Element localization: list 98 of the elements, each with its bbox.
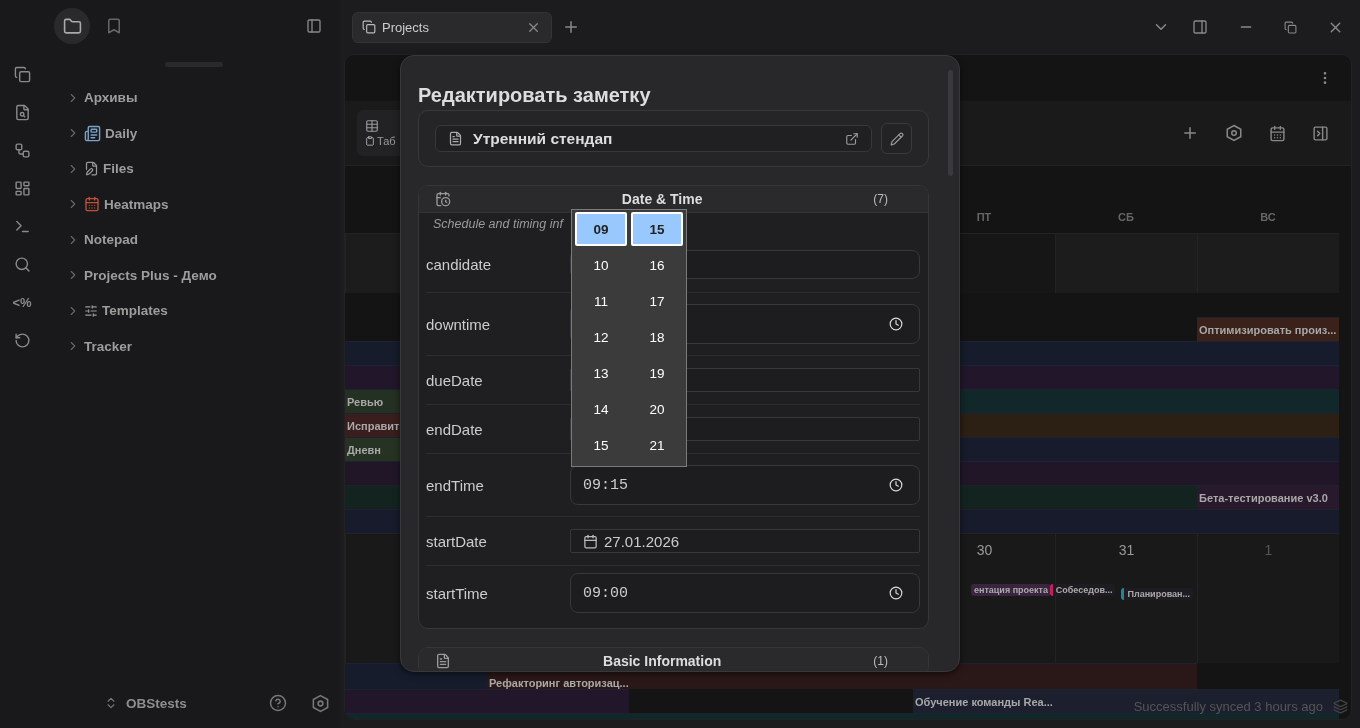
external-link-icon[interactable]: [845, 131, 859, 146]
calendar-icon: [84, 196, 100, 213]
date-input[interactable]: 27.01.2026: [570, 529, 920, 553]
time-option[interactable]: 13: [575, 356, 627, 390]
folder-label: Daily: [105, 125, 138, 141]
time-option[interactable]: 16: [631, 248, 683, 282]
time-option[interactable]: 10: [575, 248, 627, 282]
time-option[interactable]: 15: [631, 212, 683, 246]
section-title: Date & Time: [620, 191, 704, 207]
folder-icon: [62, 16, 82, 36]
time-option[interactable]: 19: [631, 356, 683, 390]
time-option[interactable]: 15: [575, 428, 627, 462]
folder-label: Templates: [102, 303, 168, 319]
pages-icon: [362, 20, 376, 34]
settings-icon[interactable]: [1225, 124, 1243, 142]
dashboard-icon[interactable]: [13, 179, 31, 197]
event-bar[interactable]: Оптимизировать произ...: [1197, 317, 1339, 341]
day-number[interactable]: 30: [976, 542, 993, 558]
search-icon[interactable]: [13, 255, 31, 273]
graph-icon[interactable]: [13, 141, 31, 159]
time-option[interactable]: 14: [575, 392, 627, 426]
edit-button[interactable]: [881, 123, 912, 154]
folder-item[interactable]: Tracker: [66, 328, 340, 364]
newspaper-icon: [84, 124, 101, 142]
sidebar-toggle-icon[interactable]: [306, 18, 322, 34]
time-option[interactable]: 12: [575, 320, 627, 354]
section-header[interactable]: Date & Time (7): [419, 186, 928, 213]
folder-label: Tracker: [84, 338, 133, 354]
weekday-label: СБ: [1117, 210, 1135, 225]
clock-icon: [889, 586, 903, 600]
event-chip[interactable]: ентация проекта: [970, 584, 1051, 596]
time-option[interactable]: 18: [631, 320, 683, 354]
clock-icon: [889, 317, 903, 331]
calendar-clock-icon: [435, 191, 451, 207]
folder-label: Files: [103, 161, 134, 177]
folder-item[interactable]: Heatmaps: [66, 186, 340, 222]
time-option[interactable]: 21: [631, 428, 683, 462]
sync-status: Successfully synced 3 hours ago: [1133, 699, 1323, 714]
field-label: candidate: [426, 256, 493, 273]
clock-icon: [889, 478, 903, 492]
event-chip[interactable]: Собеседов...: [1049, 584, 1116, 596]
folder-item[interactable]: Архивы: [66, 80, 340, 116]
tab[interactable]: Projects: [352, 11, 552, 43]
field-label: dueDate: [426, 371, 484, 389]
pencil-icon: [889, 131, 904, 146]
folder-label: Архивы: [84, 90, 138, 106]
time-option[interactable]: 17: [631, 284, 683, 318]
table-icon: [365, 119, 379, 133]
folder-label: Notepad: [84, 232, 138, 248]
undo-icon[interactable]: [13, 331, 31, 349]
bookmark-icon: [105, 17, 123, 35]
folder-item[interactable]: Templates: [66, 293, 340, 329]
folder-item[interactable]: Notepad: [66, 222, 340, 258]
time-option[interactable]: 20: [631, 392, 683, 426]
folder-item[interactable]: Daily: [66, 115, 340, 151]
vault-name[interactable]: OBStests: [126, 695, 187, 711]
dialog-title: Редактировать заметку: [418, 84, 652, 107]
folder-tab[interactable]: [54, 8, 90, 44]
folder-label: Projects Plus - Демо: [84, 267, 217, 283]
weekday-label: ВС: [1259, 210, 1277, 225]
sidebar-toggle-icon[interactable]: [1192, 19, 1208, 35]
event-chip[interactable]: Планирован...: [1121, 588, 1193, 600]
file-icon: [448, 131, 463, 146]
note-link-field[interactable]: Утренний стендап: [435, 125, 872, 152]
section-description: Schedule and timing inf: [433, 217, 563, 231]
field-label: endTime: [426, 476, 485, 494]
field-label: startTime: [426, 584, 489, 602]
clipboard-icon: [365, 136, 375, 146]
help-icon[interactable]: [269, 694, 287, 712]
file-pen-icon: [84, 161, 99, 177]
new-tab-icon[interactable]: [562, 18, 580, 36]
panel-icon[interactable]: [1312, 124, 1329, 142]
view-label: Таб: [377, 135, 396, 147]
pages-icon[interactable]: [13, 65, 31, 83]
field-count: (7): [873, 192, 888, 206]
day-number[interactable]: 31: [1118, 542, 1135, 558]
folder-label: Heatmaps: [104, 196, 169, 212]
calendar-icon: [583, 533, 598, 549]
add-icon[interactable]: [1181, 124, 1199, 142]
section-header[interactable]: Basic Information (1): [419, 648, 928, 671]
time-option[interactable]: 09: [575, 212, 627, 246]
calendar-icon[interactable]: [1269, 124, 1286, 142]
settings-icon[interactable]: [311, 693, 330, 713]
time-input[interactable]: 09:00: [570, 573, 920, 613]
template-glyph[interactable]: <%: [12, 293, 32, 311]
event-bar[interactable]: Бета-тестирование v3.0: [1197, 485, 1339, 509]
time-input[interactable]: 09:15: [570, 465, 920, 505]
file-search-icon[interactable]: [13, 103, 31, 121]
field-label: startDate: [426, 532, 488, 550]
field-label: endDate: [426, 420, 484, 438]
field-label: downtime: [426, 315, 492, 333]
folder-item[interactable]: Files: [66, 151, 340, 187]
folder-item[interactable]: Projects Plus - Демо: [66, 257, 340, 293]
time-option[interactable]: 11: [575, 284, 627, 318]
file-icon: [435, 653, 451, 669]
sliders-icon: [84, 303, 98, 318]
weekday-label: ПТ: [975, 210, 993, 225]
restore-icon[interactable]: [1284, 20, 1297, 34]
